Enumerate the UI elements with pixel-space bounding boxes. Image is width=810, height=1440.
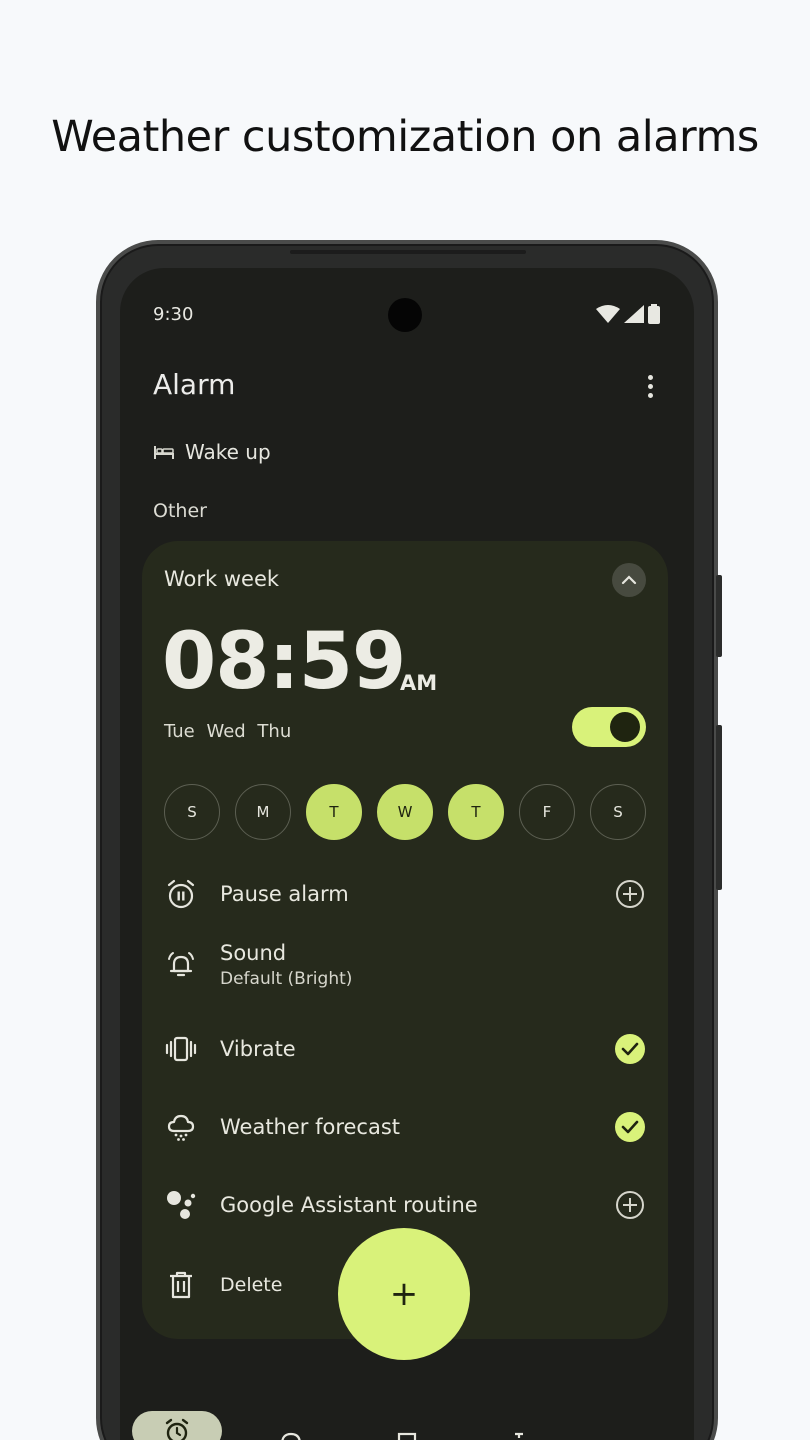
- add-alarm-fab[interactable]: +: [338, 1228, 470, 1360]
- phone-screen: 9:30 Alarm Wake up Other Work week 08:59…: [120, 268, 694, 1440]
- vibrate-label: Vibrate: [220, 1037, 296, 1061]
- day-button-tue[interactable]: T: [306, 784, 362, 840]
- front-camera: [388, 298, 422, 332]
- day-button-sat[interactable]: S: [590, 784, 646, 840]
- section-label-other: Other: [153, 500, 207, 522]
- wifi-icon: [596, 305, 620, 323]
- delete-row[interactable]: Delete: [164, 1268, 364, 1302]
- day-selector: S M T W T F S: [164, 784, 646, 840]
- bedtime-row[interactable]: Wake up: [153, 440, 271, 464]
- alarm-toggle[interactable]: [572, 707, 646, 747]
- add-routine-button[interactable]: [614, 1189, 646, 1221]
- pause-alarm-icon: [164, 877, 198, 911]
- collapse-button[interactable]: [612, 563, 646, 597]
- day-button-sun[interactable]: S: [164, 784, 220, 840]
- toggle-knob: [610, 712, 640, 742]
- bed-icon: [154, 446, 174, 459]
- more-vert-icon-dot: [647, 392, 653, 398]
- alarm-clock-icon: [165, 1418, 189, 1440]
- add-circle-icon: [616, 1191, 644, 1219]
- alarm-card[interactable]: Work week 08:59 AM Tue Wed Thu S M T W T…: [142, 541, 668, 1339]
- more-vert-icon: [647, 374, 653, 380]
- alarm-time[interactable]: 08:59: [162, 617, 406, 707]
- alarm-days-summary: Tue Wed Thu: [164, 721, 292, 742]
- vibrate-checkbox[interactable]: [614, 1033, 646, 1065]
- phone-volume-button: [716, 725, 722, 890]
- add-pause-button[interactable]: [614, 878, 646, 910]
- trash-icon: [164, 1268, 198, 1302]
- app-title: Alarm: [153, 368, 236, 401]
- chevron-up-icon: [621, 575, 637, 585]
- alarm-label[interactable]: Work week: [164, 567, 279, 591]
- stopwatch-tab-icon[interactable]: [508, 1432, 530, 1440]
- timer-tab-icon[interactable]: [396, 1432, 418, 1440]
- plus-icon: +: [389, 1274, 419, 1314]
- assistant-routine-row[interactable]: Google Assistant routine: [164, 1188, 646, 1222]
- more-vert-icon-dot: [647, 383, 653, 389]
- weather-forecast-label: Weather forecast: [220, 1115, 401, 1139]
- headline: Weather customization on alarms: [51, 112, 759, 162]
- day-button-thu[interactable]: T: [448, 784, 504, 840]
- day-button-fri[interactable]: F: [519, 784, 575, 840]
- vibrate-icon: [164, 1032, 198, 1066]
- status-icons: [596, 304, 660, 324]
- check-icon: [615, 1112, 645, 1142]
- weather-forecast-checkbox[interactable]: [614, 1111, 646, 1143]
- sound-value: Default (Bright): [220, 969, 353, 989]
- status-time: 9:30: [153, 304, 194, 325]
- signal-icon: [624, 305, 644, 323]
- pause-alarm-row[interactable]: Pause alarm: [164, 877, 646, 911]
- phone-side-button: [716, 575, 722, 657]
- assistant-icon: [164, 1188, 198, 1222]
- overflow-menu-button[interactable]: [636, 370, 664, 402]
- sound-label: Sound: [220, 941, 287, 965]
- weather-icon: [164, 1110, 198, 1144]
- day-button-wed[interactable]: W: [377, 784, 433, 840]
- weather-forecast-row[interactable]: Weather forecast: [164, 1110, 646, 1144]
- check-icon: [615, 1034, 645, 1064]
- day-button-mon[interactable]: M: [235, 784, 291, 840]
- pause-alarm-label: Pause alarm: [220, 882, 349, 906]
- bell-icon: [164, 948, 198, 982]
- nav-alarm-tab[interactable]: [132, 1411, 222, 1440]
- clock-tab-icon[interactable]: [280, 1432, 302, 1440]
- battery-icon: [648, 304, 660, 324]
- phone-earpiece: [290, 250, 526, 254]
- alarm-ampm: AM: [400, 671, 438, 695]
- assistant-routine-label: Google Assistant routine: [220, 1193, 478, 1217]
- add-circle-icon: [616, 880, 644, 908]
- bedtime-label: Wake up: [185, 440, 271, 464]
- sound-row[interactable]: Sound Default (Bright): [164, 941, 646, 989]
- bottom-navigation: [120, 1408, 694, 1440]
- status-bar: 9:30: [120, 268, 694, 358]
- vibrate-row[interactable]: Vibrate: [164, 1032, 646, 1066]
